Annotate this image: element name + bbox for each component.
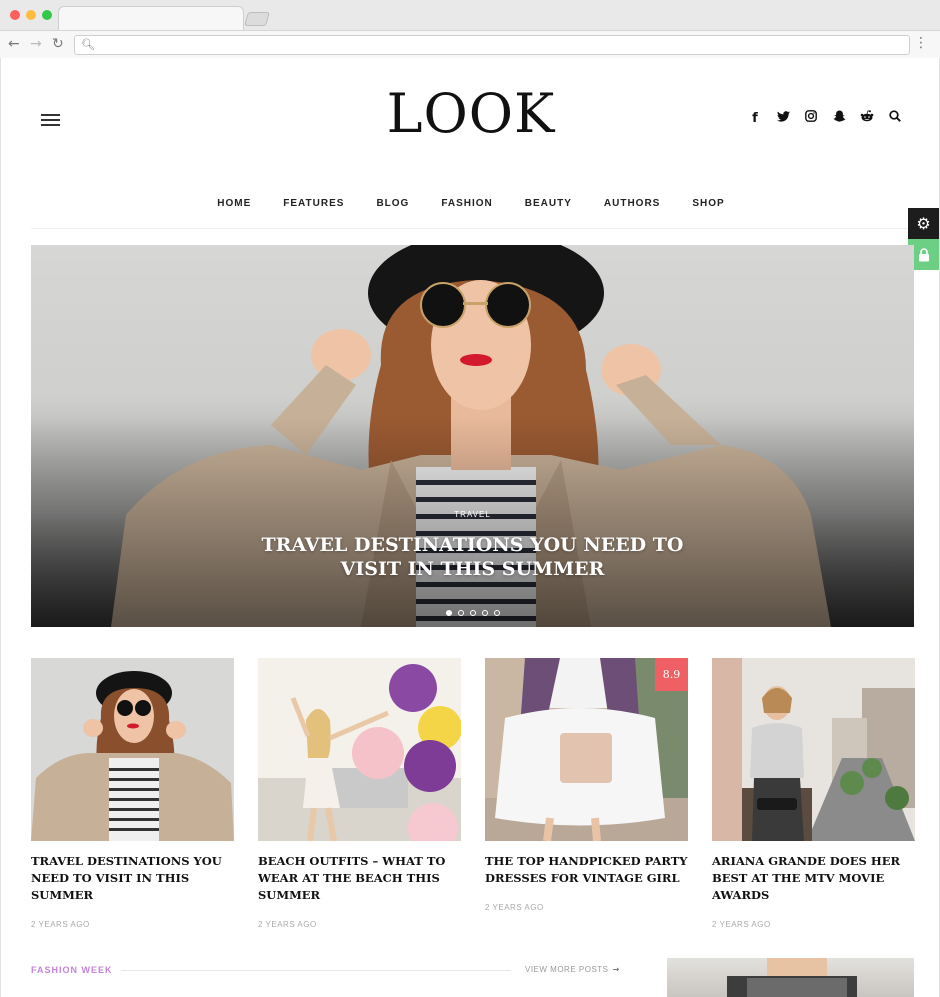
- search-icon[interactable]: [887, 110, 903, 126]
- forward-arrow-icon[interactable]: →: [30, 36, 42, 52]
- post-title[interactable]: ARIANA GRANDE DOES HER BEST AT THE MTV M…: [712, 853, 915, 904]
- nav-item-features[interactable]: FEATURES: [283, 198, 344, 209]
- web-page: LOOK f HOME FEATURES BLOG FASHION BEAUTY…: [0, 58, 940, 997]
- browser-toolbar: ← → ↻ 🔍︎ ⋮: [0, 30, 940, 58]
- nav-item-fashion[interactable]: FASHION: [441, 198, 492, 209]
- browser-chrome: ← → ↻ 🔍︎ ⋮: [0, 0, 940, 58]
- slider-dot[interactable]: [457, 610, 464, 616]
- main-navigation: HOME FEATURES BLOG FASHION BEAUTY AUTHOR…: [1, 198, 940, 209]
- nav-divider: [31, 228, 914, 229]
- maximize-window-button[interactable]: [42, 10, 52, 20]
- slider-dots: [31, 610, 914, 616]
- post-title[interactable]: BEACH OUTFITS – WHAT TO WEAR AT THE BEAC…: [258, 853, 461, 904]
- nav-item-shop[interactable]: SHOP: [692, 198, 724, 209]
- vertical-dots-icon[interactable]: ⋮: [914, 35, 928, 51]
- slider-dot[interactable]: [493, 610, 500, 616]
- section-title[interactable]: FASHION WEEK: [31, 965, 113, 975]
- post-card: 8.9 THE TOP HANDPICKED PARTY DRESSES FOR…: [485, 658, 688, 929]
- slider-dot[interactable]: [445, 610, 452, 616]
- browser-tab[interactable]: [58, 6, 244, 32]
- back-arrow-icon[interactable]: ←: [8, 36, 20, 52]
- arrow-right-icon: →: [612, 965, 620, 974]
- minimize-window-button[interactable]: [26, 10, 36, 20]
- hero-slider[interactable]: TRAVEL TRAVEL DESTINATIONS YOU NEED TO V…: [31, 245, 914, 627]
- twitter-icon[interactable]: [775, 110, 791, 126]
- new-tab-button[interactable]: [244, 12, 270, 26]
- post-title[interactable]: TRAVEL DESTINATIONS YOU NEED TO VISIT IN…: [31, 853, 234, 904]
- facebook-icon[interactable]: f: [747, 111, 763, 126]
- gear-icon[interactable]: ⚙: [908, 208, 939, 239]
- hero-category[interactable]: TRAVEL: [31, 510, 914, 519]
- post-thumbnail[interactable]: 8.9: [485, 658, 688, 841]
- nav-item-beauty[interactable]: BEAUTY: [525, 198, 572, 209]
- snapchat-icon[interactable]: [831, 110, 847, 126]
- view-more-link[interactable]: VIEW MORE POSTS →: [525, 965, 620, 974]
- post-grid: TRAVEL DESTINATIONS YOU NEED TO VISIT IN…: [31, 658, 915, 929]
- nav-item-blog[interactable]: BLOG: [376, 198, 409, 209]
- address-bar[interactable]: 🔍︎: [74, 35, 910, 55]
- post-date: 2 YEARS AGO: [712, 920, 771, 929]
- section-divider: [121, 970, 511, 971]
- post-card: ARIANA GRANDE DOES HER BEST AT THE MTV M…: [712, 658, 915, 929]
- search-icon: 🔍︎: [81, 38, 95, 51]
- reload-icon[interactable]: ↻: [52, 36, 64, 52]
- post-card: TRAVEL DESTINATIONS YOU NEED TO VISIT IN…: [31, 658, 234, 929]
- post-date: 2 YEARS AGO: [31, 920, 90, 929]
- view-more-label: VIEW MORE POSTS: [525, 965, 609, 974]
- slider-dot[interactable]: [469, 610, 476, 616]
- hero-title[interactable]: TRAVEL DESTINATIONS YOU NEED TO VISIT IN…: [231, 533, 714, 581]
- post-thumbnail[interactable]: [667, 958, 914, 997]
- instagram-icon[interactable]: [803, 110, 819, 126]
- post-thumbnail[interactable]: [31, 658, 234, 841]
- post-thumbnail[interactable]: [712, 658, 915, 841]
- nav-item-authors[interactable]: AUTHORS: [604, 198, 660, 209]
- post-thumbnail[interactable]: [258, 658, 461, 841]
- post-date: 2 YEARS AGO: [485, 903, 544, 912]
- nav-item-home[interactable]: HOME: [217, 198, 251, 209]
- social-icons: f: [747, 110, 903, 126]
- review-score-badge: 8.9: [655, 658, 688, 691]
- slider-dot[interactable]: [481, 610, 488, 616]
- post-title[interactable]: THE TOP HANDPICKED PARTY DRESSES FOR VIN…: [485, 853, 688, 887]
- close-window-button[interactable]: [10, 10, 20, 20]
- window-controls: [10, 10, 52, 20]
- post-date: 2 YEARS AGO: [258, 920, 317, 929]
- post-card: BEACH OUTFITS – WHAT TO WEAR AT THE BEAC…: [258, 658, 461, 929]
- reddit-icon[interactable]: [859, 110, 875, 126]
